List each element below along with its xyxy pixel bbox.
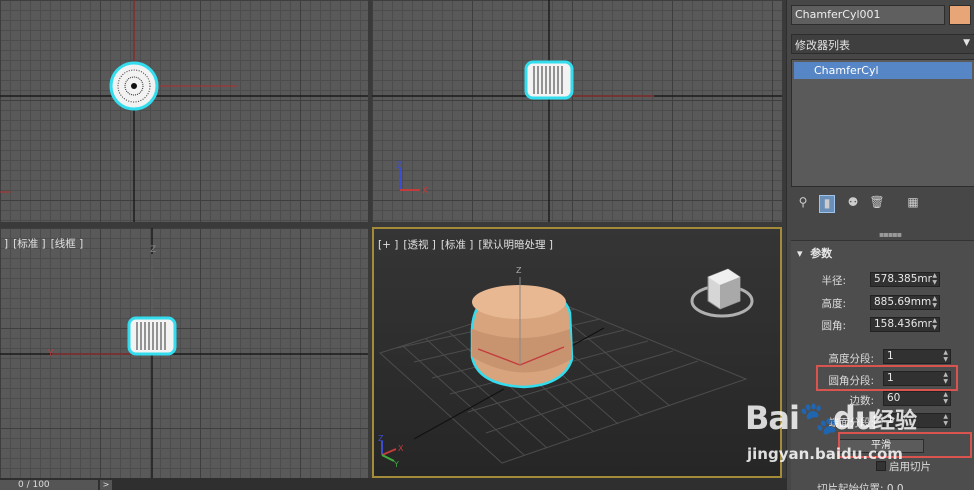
param-row-height: 高度: xyxy=(790,296,846,312)
parameters-title-label: 参数 xyxy=(810,247,833,260)
panel-divider-grip[interactable]: ▪▪▪▪▪ xyxy=(879,230,902,239)
baidu-jingyan-watermark: Bai🐾du 经验 jingyan.baidu.com xyxy=(745,395,974,490)
height-label: 高度: xyxy=(821,298,846,310)
height-segs-spinner[interactable]: 1 ▲ ▼ xyxy=(883,349,951,364)
left-axis-y-label: Y xyxy=(47,349,54,359)
remove-modifier-icon[interactable]: 🗑 xyxy=(869,195,885,213)
viewport-perspective-scene: Z Z X Y xyxy=(378,266,754,469)
viewport-top-scene xyxy=(0,0,368,222)
viewport-left-scene: Z Y xyxy=(0,228,368,478)
baidu-logo-du: du xyxy=(832,399,878,437)
spinner-arrows-icon[interactable]: ▲ ▼ xyxy=(932,295,937,309)
baidu-logo: Bai🐾du xyxy=(745,399,878,437)
chamfercyl-front-view[interactable] xyxy=(524,60,574,100)
stack-item-chamfercyl[interactable]: ChamferCyl xyxy=(794,62,972,79)
jingyan-text: 经验 xyxy=(873,409,918,434)
pin-icon[interactable]: ⚲ xyxy=(795,195,811,213)
radius-label: 半径: xyxy=(821,275,846,287)
dropdown-arrow-icon: ▼ xyxy=(963,38,970,48)
baidu-logo-text: Bai xyxy=(745,399,800,437)
front-axis-x-label: X xyxy=(422,186,428,196)
height-spinner[interactable]: 885.69mm ▲ ▼ xyxy=(870,295,940,310)
modifier-list-dropdown[interactable]: 修改器列表 ▼ xyxy=(791,34,974,54)
stack-toolbar: ⚲ ▮ ⚉ 🗑 ▦ xyxy=(795,195,973,215)
viewport-front-scene: Z X xyxy=(372,0,782,222)
persp-gizmo-x: X xyxy=(398,444,404,453)
spinner-arrows-icon[interactable]: ▲ ▼ xyxy=(932,272,937,286)
height-segs-value: 1 xyxy=(887,350,894,362)
chamfercyl-left-view[interactable] xyxy=(127,316,177,356)
chamfercyl-perspective[interactable] xyxy=(470,277,574,389)
make-unique-icon[interactable]: ⚉ xyxy=(845,195,861,213)
3dsmax-window: Z X ] [标准 ] [线框 ] Z Y [+ ] [透视 ] [标准 ][默… xyxy=(0,0,974,490)
modifier-list-label: 修改器列表 xyxy=(795,39,850,52)
fillet-spinner[interactable]: 158.436mr ▲ ▼ xyxy=(870,317,940,332)
radius-spinner[interactable]: 578.385mr ▲ ▼ xyxy=(870,272,940,287)
object-name-field[interactable]: ChamferCyl001 xyxy=(791,5,945,25)
paw-icon: 🐾 xyxy=(798,399,839,437)
object-color-swatch[interactable] xyxy=(949,5,971,25)
spinner-arrows-icon[interactable]: ▲ ▼ xyxy=(932,317,937,331)
viewport-perspective[interactable]: [+ ] [透视 ] [标准 ] [默认明暗处理 ] Z Z X Y xyxy=(372,227,782,478)
show-end-result-icon[interactable]: ▮ xyxy=(819,195,835,213)
persp-axis-z-label: Z xyxy=(516,266,522,275)
viewport-front[interactable]: Z X xyxy=(372,0,782,222)
radius-value: 578.385mr xyxy=(874,273,932,285)
spinner-arrows-icon[interactable]: ▲ ▼ xyxy=(943,349,948,363)
viewport-left[interactable]: ] [标准 ] [线框 ] Z Y xyxy=(0,228,368,478)
height-value: 885.69mm xyxy=(874,296,932,308)
left-axis-z-label: Z xyxy=(150,245,156,255)
persp-gizmo-y: Y xyxy=(393,460,399,469)
fillet-segs-highlight xyxy=(816,365,958,391)
fillet-label: 圆角: xyxy=(821,320,846,332)
front-axis-z-label: Z xyxy=(396,161,402,171)
configure-icon[interactable]: ▦ xyxy=(905,195,921,213)
param-row-radius: 半径: xyxy=(790,273,846,289)
viewcube-icon[interactable] xyxy=(690,268,754,318)
status-bar xyxy=(0,478,786,490)
height-segs-label: 高度分段: xyxy=(828,353,874,365)
timeline-frame-slider[interactable]: 0 / 100 xyxy=(0,480,98,490)
fillet-value: 158.436mr xyxy=(874,318,932,330)
persp-gizmo-z: Z xyxy=(378,434,384,443)
viewport-top[interactable] xyxy=(0,0,368,222)
timeline-next-button[interactable]: > xyxy=(100,480,112,490)
param-row-fillet: 圆角: xyxy=(790,318,846,334)
watermark-url: jingyan.baidu.com xyxy=(747,445,903,463)
parameters-rollout-title[interactable]: ▾ 参数 xyxy=(797,245,832,261)
modifier-stack[interactable]: ChamferCyl xyxy=(791,59,974,187)
